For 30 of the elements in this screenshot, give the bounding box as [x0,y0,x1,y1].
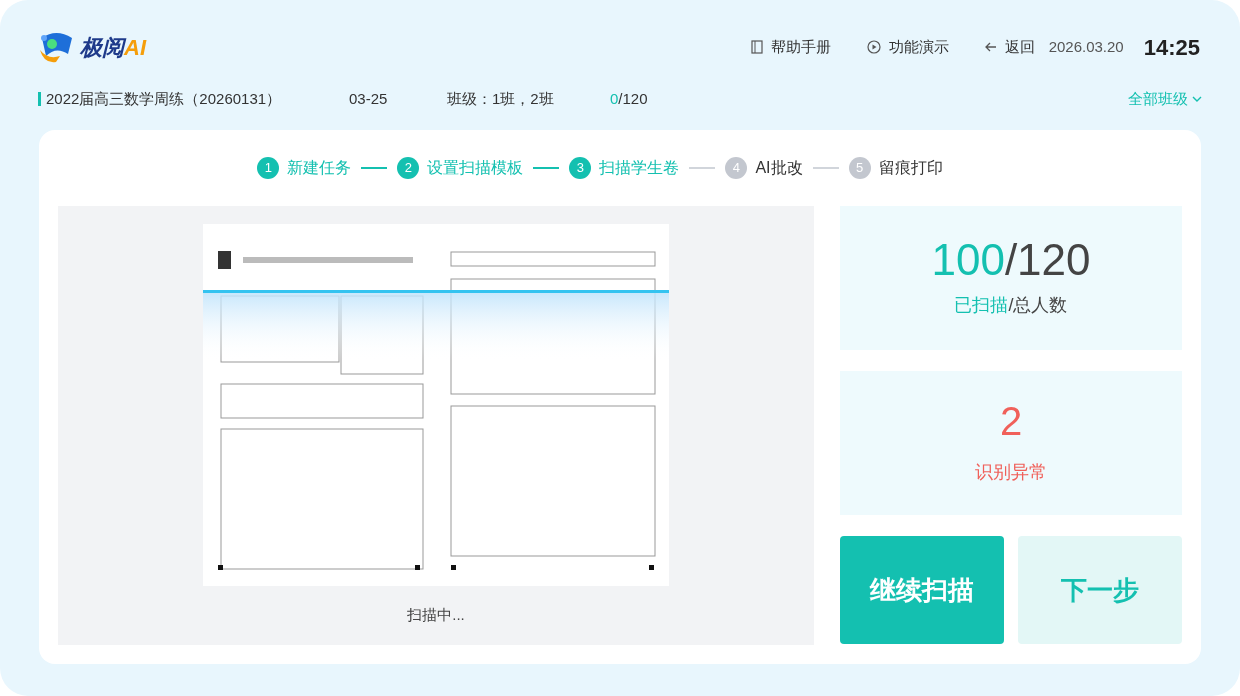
chevron-down-icon [1192,96,1202,102]
book-icon [750,40,763,54]
step-number: 3 [569,157,592,179]
step-label: 扫描学生卷 [599,158,680,178]
progress-text: 0/120 [610,88,648,109]
scan-status-text: 扫描中... [407,605,465,625]
anomaly-label: 识别异常 [975,460,1047,484]
step-number: 1 [257,157,280,179]
back-arrow-icon [984,42,997,52]
scanned-count: 100/120 [931,237,1091,282]
back-link[interactable]: 返回 [984,35,1035,59]
step-label: 设置扫描模板 [427,158,524,178]
clock-text: 14:25 [1143,33,1200,62]
step-label: 新建任务 [287,158,352,178]
scanned-label: 已扫描/总人数 [954,293,1068,317]
class-text: 班级：1班，2班 [447,88,555,109]
step-number: 5 [848,157,871,179]
logo-text: 极阅AI [80,33,146,62]
task-date: 03-25 [349,88,389,109]
play-icon [866,40,881,54]
date-text: 2026.03.20 [1048,36,1124,57]
accent-bar [38,92,41,106]
step-label: AI批改 [755,158,803,178]
step-number: 2 [397,157,420,179]
task-title: 2022届高三数学周练（20260131） [46,88,283,109]
nav-link[interactable]: 帮助手册 [750,35,831,59]
step-number: 4 [725,157,748,179]
anomaly-count: 2 [999,400,1023,441]
nav-link[interactable]: 功能演示 [866,35,949,59]
step-label: 留痕打印 [878,158,943,178]
